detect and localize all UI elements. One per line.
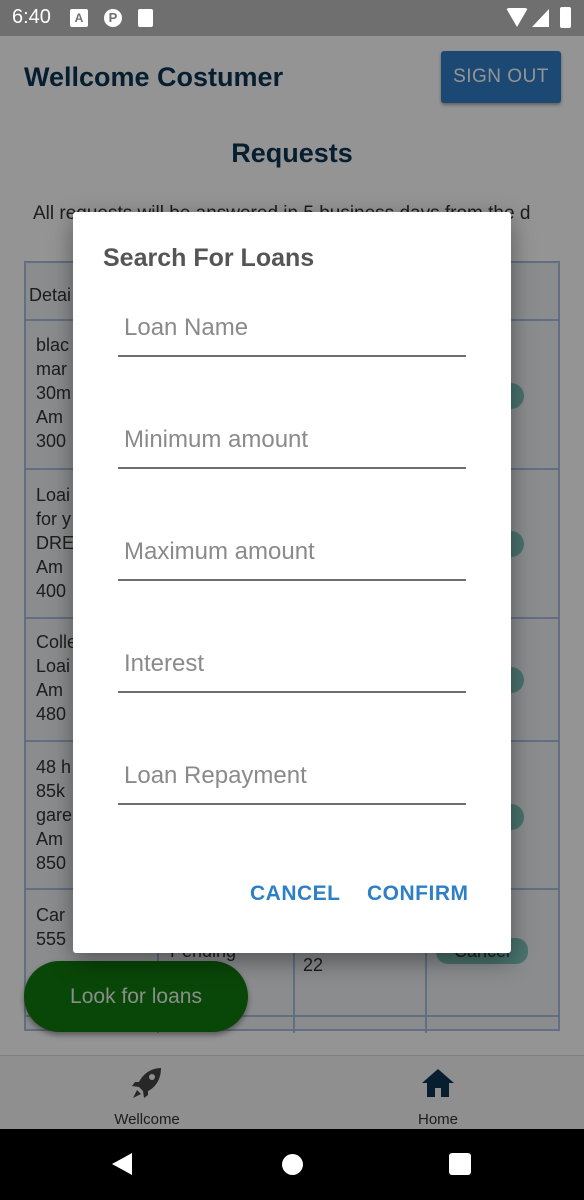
maximum-amount-input[interactable]	[118, 525, 466, 581]
status-bar: 6:40 A P	[0, 0, 584, 36]
dialog-title: Search For Loans	[103, 244, 315, 272]
a-notification-icon: A	[70, 9, 88, 27]
p-notification-icon: P	[104, 9, 122, 27]
search-loans-dialog: Search For Loans CANCEL CONFIRM	[73, 212, 511, 953]
confirm-button[interactable]: CONFIRM	[367, 882, 469, 906]
sd-card-icon	[138, 9, 153, 27]
signal-icon	[532, 9, 549, 27]
status-time: 6:40	[12, 6, 51, 28]
cancel-button[interactable]: CANCEL	[250, 882, 341, 906]
system-navigation-bar	[0, 1129, 584, 1200]
minimum-amount-input[interactable]	[118, 413, 466, 469]
home-circle-icon[interactable]	[282, 1154, 303, 1175]
wifi-icon	[506, 8, 528, 27]
battery-icon	[560, 7, 571, 28]
recents-icon[interactable]	[449, 1153, 471, 1175]
interest-input[interactable]	[118, 637, 466, 693]
loan-repayment-input[interactable]	[118, 749, 466, 805]
loan-name-input[interactable]	[118, 301, 466, 357]
back-icon[interactable]	[112, 1153, 132, 1175]
